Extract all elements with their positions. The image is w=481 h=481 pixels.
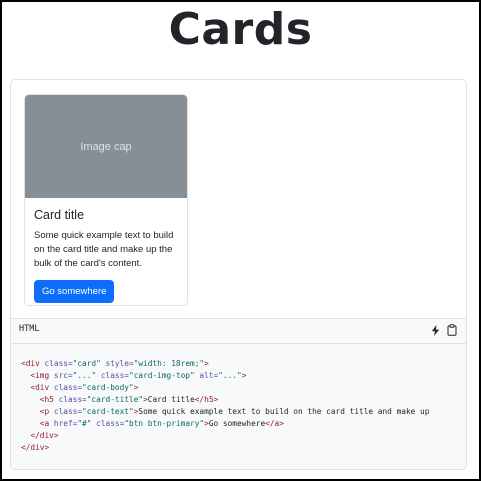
code-snippet: <div class="card" style="width: 18rem;">… — [21, 358, 429, 454]
code-line: <a href="#" class="btn btn-primary">Go s… — [21, 419, 284, 428]
code-line: <p class="card-text">Some quick example … — [21, 407, 430, 416]
code-token: class= — [91, 419, 125, 428]
card-text: Some quick example text to build on the … — [34, 230, 174, 269]
code-token: <div — [30, 383, 54, 392]
code-line: <div class="card-body"> — [21, 383, 138, 392]
code-token: "card-text" — [82, 407, 134, 416]
screenshot-frame: Cards Image cap Card title Some quick ex… — [0, 0, 481, 481]
code-token: > — [241, 371, 247, 380]
code-token: class= — [96, 371, 129, 380]
code-token: class= — [53, 407, 83, 416]
code-token: href= — [53, 419, 78, 428]
code-token: class= — [44, 359, 73, 368]
code-token: "width: 18rem;" — [133, 359, 205, 368]
card-body: Card title Some quick example text to bu… — [25, 198, 187, 305]
code-token: class= — [58, 395, 87, 404]
code-header: HTML — [11, 318, 466, 344]
go-somewhere-button[interactable]: Go somewhere — [34, 280, 115, 303]
code-token: "btn btn-primary" — [124, 419, 205, 428]
card: Image cap Card title Some quick example … — [24, 94, 188, 306]
code-language-label: HTML — [19, 324, 40, 334]
clipboard-icon[interactable] — [445, 323, 459, 337]
code-line: <div class="card" style="width: 18rem;"> — [21, 359, 209, 368]
code-token: "card-body" — [82, 383, 134, 392]
lightning-icon[interactable] — [428, 323, 442, 337]
example-container: Image cap Card title Some quick example … — [10, 79, 467, 470]
code-token: <a — [39, 419, 54, 428]
code-token: alt= — [194, 371, 219, 380]
code-token: "card-title" — [86, 395, 144, 404]
code-token: "..." — [218, 371, 242, 380]
code-token: > — [133, 383, 139, 392]
code-token: "card-img-top" — [129, 371, 195, 380]
code-token: Card title — [147, 395, 195, 404]
code-token: <p — [39, 407, 54, 416]
code-block: <div class="card" style="width: 18rem;">… — [11, 344, 466, 469]
card-image-placeholder: Image cap — [25, 95, 187, 198]
code-token: Some quick example text to build on the … — [138, 407, 430, 416]
code-token: <h5 — [39, 395, 59, 404]
code-token: </div> — [21, 443, 50, 452]
image-cap-label: Image cap — [80, 140, 132, 153]
example-preview: Image cap Card title Some quick example … — [11, 80, 466, 318]
code-line: <h5 class="card-title">Card title</h5> — [21, 395, 218, 404]
code-line: <img src="..." class="card-img-top" alt=… — [21, 371, 246, 380]
code-token: src= — [53, 371, 73, 380]
code-line: </div> — [21, 431, 59, 440]
code-token: </a> — [265, 419, 284, 428]
page-title: Cards — [168, 4, 313, 55]
code-token: "#" — [77, 419, 92, 428]
code-token: class= — [53, 383, 83, 392]
code-token: </div> — [30, 431, 59, 440]
code-token: <div — [21, 359, 45, 368]
code-line: </div> — [21, 443, 49, 452]
code-token: <img — [30, 371, 54, 380]
code-token: > — [204, 359, 209, 368]
card-title: Card title — [34, 208, 85, 222]
code-token: style= — [100, 359, 134, 368]
code-token: </h5> — [194, 395, 219, 404]
code-token: Go somewhere — [208, 419, 266, 428]
code-token: "card" — [72, 359, 101, 368]
code-token: "..." — [72, 371, 97, 380]
